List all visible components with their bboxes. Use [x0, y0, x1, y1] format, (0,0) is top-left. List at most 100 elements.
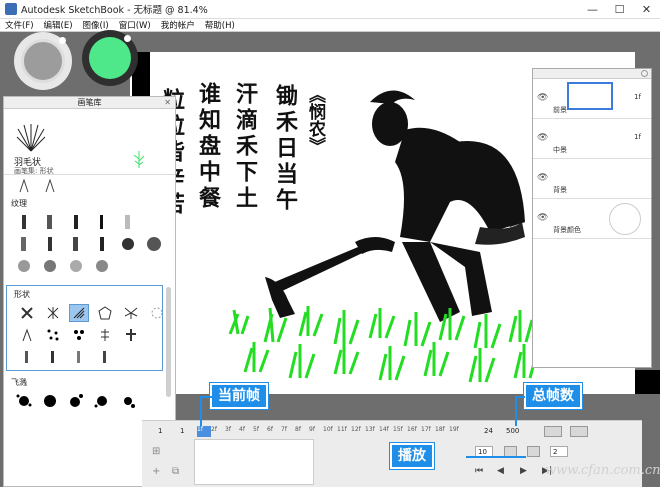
brush-swatch[interactable]	[40, 392, 60, 410]
eye-icon[interactable]: 👁	[537, 173, 548, 183]
brush-swatch[interactable]	[147, 326, 167, 344]
frame-ruler[interactable]: 1f 2f 3f 4f 5f 6f 7f 8f 9f 10f 11f 12f 13f 14f 15f 16f 1…	[197, 426, 467, 437]
loop-toggle-icon[interactable]	[544, 426, 562, 437]
brush-swatch[interactable]	[92, 392, 112, 410]
end-frame[interactable]: 24	[484, 427, 493, 435]
frame-tick[interactable]: 9f	[309, 426, 323, 437]
brush-puck[interactable]	[14, 32, 72, 90]
eye-icon[interactable]: 👁	[537, 93, 548, 103]
brush-swatch[interactable]	[69, 326, 89, 344]
brush-panel-scrollbar[interactable]	[166, 287, 171, 397]
puck-handle-icon	[124, 35, 131, 42]
close-button[interactable]: ✕	[633, 0, 660, 19]
brush-swatch[interactable]	[118, 213, 138, 231]
menu-window[interactable]: 窗口(W)	[114, 19, 156, 31]
add-frame-icon[interactable]: ⊞	[152, 446, 160, 457]
brush-swatch[interactable]	[118, 392, 138, 410]
brush-swatch[interactable]	[40, 213, 60, 231]
duplicate-icon[interactable]: ⧉	[172, 466, 179, 477]
step-back-icon[interactable]: ◀	[497, 466, 504, 476]
brush-swatch[interactable]	[66, 257, 86, 275]
maximize-button[interactable]: ☐	[606, 0, 633, 19]
brush-swatch[interactable]	[14, 213, 34, 231]
brush-swatch[interactable]	[95, 326, 115, 344]
brush-swatch[interactable]	[14, 392, 34, 410]
minimize-button[interactable]: —	[579, 0, 606, 19]
layer-row-background[interactable]: 👁 背景	[533, 159, 651, 199]
brush-swatch[interactable]	[92, 213, 112, 231]
frame-tick[interactable]: 13f	[365, 426, 379, 437]
brush-swatch[interactable]	[144, 235, 164, 253]
frame-tick[interactable]: 17f	[421, 426, 435, 437]
frame-button[interactable]	[527, 446, 540, 457]
poem-line-3: 谁知盘中餐	[195, 82, 221, 212]
frame-tick[interactable]: 2f	[211, 426, 225, 437]
frame-tick[interactable]: 5f	[253, 426, 267, 437]
brush-swatch[interactable]	[14, 235, 34, 253]
eye-icon[interactable]: 👁	[537, 133, 548, 143]
brush-swatch[interactable]	[144, 213, 164, 231]
play-icon[interactable]: ▶	[520, 466, 527, 476]
app-icon	[5, 3, 17, 15]
frame-tick[interactable]: 11f	[337, 426, 351, 437]
brush-swatch[interactable]	[43, 304, 63, 322]
frame-tick[interactable]: 7f	[281, 426, 295, 437]
brush-swatch[interactable]	[69, 348, 89, 366]
feather-brush-selected[interactable]	[69, 304, 89, 322]
menu-help[interactable]: 帮助(H)	[200, 19, 240, 31]
puck-handle-icon	[59, 37, 66, 44]
brush-swatch[interactable]	[92, 235, 112, 253]
brush-swatch[interactable]	[43, 348, 63, 366]
frame-tick[interactable]: 15f	[393, 426, 407, 437]
frame-tick[interactable]: 3f	[225, 426, 239, 437]
layer-panel: 👁 前景 1f 👁 中景 1f 👁 背景 👁 背景颜色	[532, 68, 652, 368]
frame-tick[interactable]: 12f	[351, 426, 365, 437]
brush-swatch[interactable]	[147, 304, 167, 322]
layer-row-midground[interactable]: 👁 中景 1f	[533, 119, 651, 159]
brush-swatch[interactable]	[40, 257, 60, 275]
brush-swatch[interactable]	[17, 326, 37, 344]
brush-swatch[interactable]	[17, 348, 37, 366]
frame-tick[interactable]: 1f	[197, 426, 211, 437]
brush-swatch[interactable]	[40, 177, 60, 195]
brush-swatch[interactable]	[95, 304, 115, 322]
menu-account[interactable]: 我的帐户	[156, 19, 200, 31]
brush-swatch[interactable]	[121, 304, 141, 322]
frame-tick[interactable]: 14f	[379, 426, 393, 437]
go-to-start-icon[interactable]: ⏮	[475, 466, 483, 476]
brush-swatch[interactable]	[92, 257, 112, 275]
brush-swatch[interactable]	[17, 304, 37, 322]
timeline-frames-area[interactable]	[194, 439, 314, 485]
brush-swatch[interactable]	[95, 348, 115, 366]
color-puck[interactable]	[82, 30, 138, 86]
background-color-swatch[interactable]	[609, 203, 641, 235]
frame-tick[interactable]: 16f	[407, 426, 421, 437]
frame-tick[interactable]: 18f	[435, 426, 449, 437]
brush-swatch[interactable]	[118, 235, 138, 253]
menu-file[interactable]: 文件(F)	[0, 19, 39, 31]
frame-tick[interactable]: 6f	[267, 426, 281, 437]
total-frame-count[interactable]: 500	[506, 427, 519, 435]
layer-row-background-color[interactable]: 👁 背景颜色	[533, 199, 651, 239]
step-select[interactable]: 2	[550, 446, 568, 457]
menu-edit[interactable]: 编辑(E)	[39, 19, 78, 31]
frame-tick[interactable]: 8f	[295, 426, 309, 437]
brush-swatch[interactable]	[66, 213, 86, 231]
brush-swatch[interactable]	[14, 177, 34, 195]
frame-tick[interactable]: 19f	[449, 426, 463, 437]
eye-icon[interactable]: 👁	[537, 213, 548, 223]
brush-swatch[interactable]	[66, 392, 86, 410]
brush-swatch[interactable]	[14, 257, 34, 275]
brush-swatch[interactable]	[121, 326, 141, 344]
layer-row-foreground[interactable]: 👁 前景 1f	[533, 79, 651, 119]
add-layer-icon[interactable]: +	[152, 466, 160, 477]
panel-options-icon[interactable]	[641, 70, 648, 77]
brush-swatch[interactable]	[40, 235, 60, 253]
brush-swatch[interactable]	[43, 326, 63, 344]
frame-tick[interactable]: 4f	[239, 426, 253, 437]
pingpong-toggle-icon[interactable]	[570, 426, 588, 437]
current-frame-field[interactable]: 1	[180, 427, 184, 435]
close-icon[interactable]: ✕	[164, 98, 171, 107]
frame-tick[interactable]: 10f	[323, 426, 337, 437]
brush-swatch[interactable]	[66, 235, 86, 253]
